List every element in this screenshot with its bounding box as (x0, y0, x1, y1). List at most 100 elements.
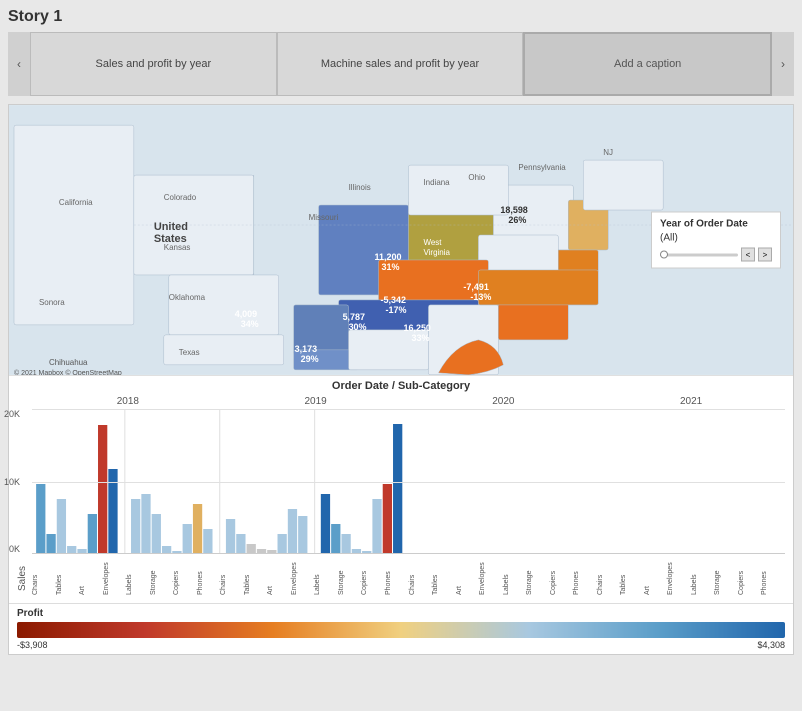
svg-text:3,173: 3,173 (295, 344, 317, 354)
svg-text:States: States (154, 233, 187, 245)
slider-prev-btn[interactable]: < (741, 248, 755, 262)
x-label-phones-2019: Phones (385, 555, 409, 595)
x-label-group-2020: Chairs Tables Art Envelopes Labels Stora… (409, 555, 597, 595)
svg-text:Virginia: Virginia (423, 248, 450, 257)
year-label-2021: 2021 (597, 396, 785, 407)
year-filter-title: Year of Order Date (660, 219, 772, 230)
x-label-env-2019: Envelopes (291, 555, 315, 595)
x-label-storage-2019: Storage (338, 555, 362, 595)
slider-track[interactable] (660, 253, 738, 256)
x-label-env-2021: Envelopes (667, 555, 691, 595)
svg-text:34%: 34% (241, 319, 259, 329)
x-label-env-2018: Envelopes (103, 555, 127, 595)
svg-text:Pennsylvania: Pennsylvania (518, 163, 566, 172)
nav-right-arrow[interactable]: › (772, 32, 794, 96)
profit-legend: Profit -$3,908 $4,308 (9, 603, 793, 654)
svg-text:West: West (423, 238, 442, 247)
profit-legend-title: Profit (17, 608, 785, 619)
svg-text:-7,491: -7,491 (463, 282, 488, 292)
svg-text:26%: 26% (508, 215, 526, 225)
slider-thumb[interactable] (660, 251, 668, 259)
x-label-group-2021: Chairs Tables Art Envelopes Labels Stora… (597, 555, 785, 595)
svg-text:-13%: -13% (470, 292, 491, 302)
year-label-2019: 2019 (222, 396, 410, 407)
svg-text:United: United (154, 221, 188, 233)
grid-line-top (32, 409, 785, 410)
x-label-labels-2019: Labels (314, 555, 338, 595)
y-tick-0k: 0K (9, 544, 20, 554)
x-label-art-2020: Art (456, 555, 480, 595)
x-label-group-2018: Chairs Tables Art Envelopes Labels Stora… (32, 555, 220, 595)
x-label-art-2018: Art (79, 555, 103, 595)
grid-line-mid (32, 482, 785, 483)
x-label-copiers-2020: Copiers (550, 555, 574, 595)
svg-text:Colorado: Colorado (164, 193, 197, 202)
tab-sales-profit[interactable]: Sales and profit by year (30, 32, 277, 96)
x-label-phones-2021: Phones (761, 555, 785, 595)
svg-text:-5,342: -5,342 (381, 295, 406, 305)
x-label-tables-2020: Tables (432, 555, 456, 595)
x-label-storage-2021: Storage (714, 555, 738, 595)
x-label-tables-2021: Tables (620, 555, 644, 595)
svg-text:16,250: 16,250 (403, 323, 430, 333)
x-label-copiers-2018: Copiers (173, 555, 197, 595)
svg-text:18,598: 18,598 (500, 205, 527, 215)
y-tick-20k: 20K (4, 409, 20, 419)
x-label-copiers-2021: Copiers (738, 555, 762, 595)
tab-add-caption[interactable]: Add a caption (523, 32, 772, 96)
svg-text:NJ: NJ (603, 148, 613, 157)
svg-text:Chihuahua: Chihuahua (49, 358, 88, 367)
main-content: California Colorado Kansas Sonora Oklaho… (8, 104, 794, 655)
year-label-2018: 2018 (34, 396, 222, 407)
map-section: California Colorado Kansas Sonora Oklaho… (9, 105, 793, 375)
chart-section: Order Date / Sub-Category Sales 2018 201… (9, 375, 793, 599)
x-label-storage-2020: Storage (526, 555, 550, 595)
story-navigation: ‹ Sales and profit by year Machine sales… (8, 32, 794, 96)
x-label-storage-2018: Storage (150, 555, 174, 595)
year-filter-value: (All) (660, 233, 772, 244)
x-label-chairs-2019: Chairs (220, 555, 244, 595)
year-label-2020: 2020 (410, 396, 598, 407)
profit-gradient-bar (17, 622, 785, 638)
x-label-copiers-2019: Copiers (361, 555, 385, 595)
x-axis-labels: Chairs Tables Art Envelopes Labels Stora… (32, 555, 785, 595)
x-label-labels-2018: Labels (126, 555, 150, 595)
x-label-tables-2019: Tables (244, 555, 268, 595)
story-title: Story 1 (8, 8, 794, 26)
grid-line-bottom (32, 553, 785, 554)
year-filter-slider[interactable]: < > (660, 248, 772, 262)
x-label-phones-2018: Phones (197, 555, 221, 595)
year-filter-panel: Year of Order Date (All) < > (651, 212, 781, 269)
svg-text:4,009: 4,009 (235, 309, 257, 319)
x-label-phones-2020: Phones (573, 555, 597, 595)
svg-text:© 2021 Mapbox © OpenStreetMap: © 2021 Mapbox © OpenStreetMap (14, 369, 122, 375)
svg-text:29%: 29% (301, 354, 319, 364)
x-label-tables-2018: Tables (56, 555, 80, 595)
x-label-chairs-2020: Chairs (409, 555, 433, 595)
chart-area: Sales 2018 2019 2020 2021 20K (17, 396, 785, 591)
svg-text:Missouri: Missouri (309, 213, 339, 222)
svg-text:5,787: 5,787 (343, 312, 365, 322)
x-label-art-2021: Art (644, 555, 668, 595)
svg-text:31%: 31% (382, 262, 400, 272)
nav-left-arrow[interactable]: ‹ (8, 32, 30, 96)
svg-text:California: California (59, 198, 93, 207)
profit-min: -$3,908 (17, 640, 48, 650)
svg-text:11,200: 11,200 (375, 252, 402, 262)
x-label-labels-2020: Labels (503, 555, 527, 595)
x-label-group-2019: Chairs Tables Art Envelopes Labels Stora… (220, 555, 408, 595)
tab-machine-sales[interactable]: Machine sales and profit by year (277, 32, 524, 96)
svg-text:Ohio: Ohio (468, 173, 485, 182)
svg-text:Indiana: Indiana (423, 178, 450, 187)
svg-text:-17%: -17% (386, 305, 407, 315)
svg-text:33%: 33% (411, 333, 429, 343)
svg-text:Texas: Texas (179, 348, 200, 357)
story-tabs: Sales and profit by year Machine sales a… (30, 32, 772, 96)
svg-text:30%: 30% (349, 322, 367, 332)
slider-next-btn[interactable]: > (758, 248, 772, 262)
profit-max: $4,308 (757, 640, 785, 650)
profit-range: -$3,908 $4,308 (17, 640, 785, 650)
svg-text:Oklahoma: Oklahoma (169, 293, 206, 302)
svg-text:Illinois: Illinois (349, 183, 371, 192)
x-label-chairs-2021: Chairs (597, 555, 621, 595)
